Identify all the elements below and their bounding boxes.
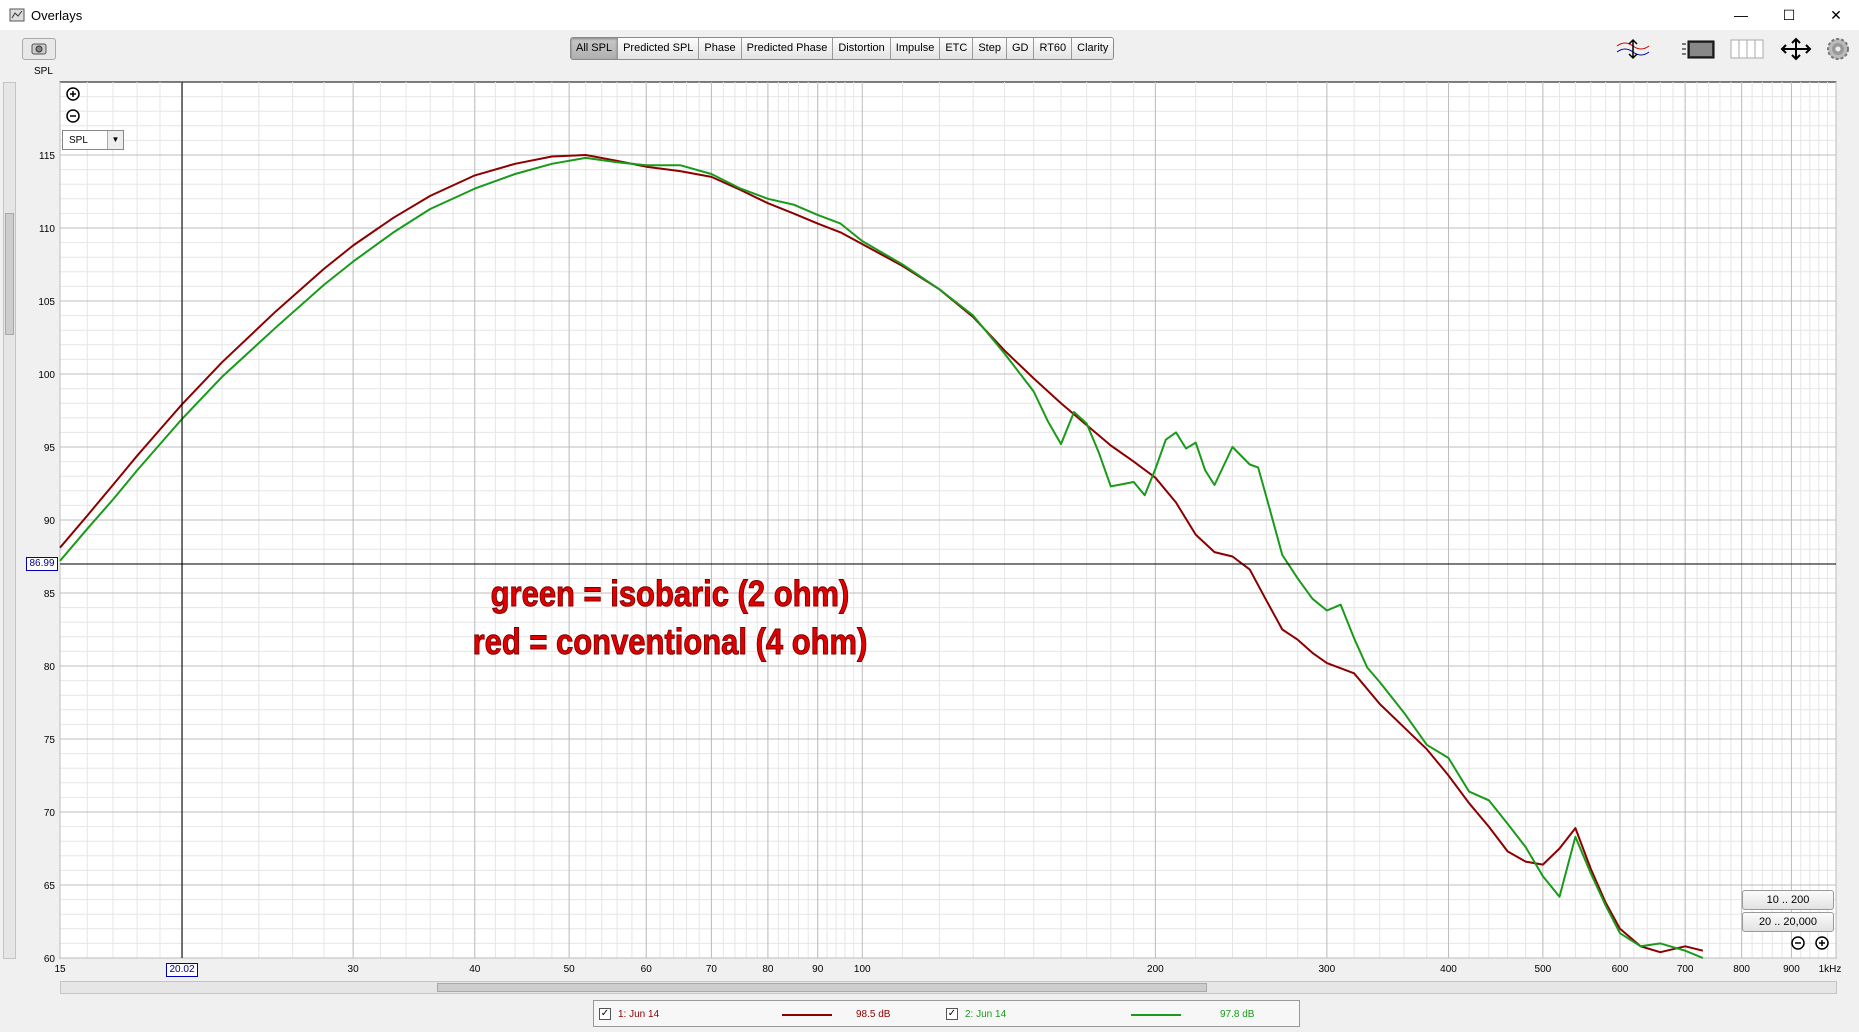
- zoom-in-icon[interactable]: [66, 87, 80, 101]
- x-tick-label: 300: [1319, 964, 1336, 975]
- x-tick-label: 1kHz: [1819, 964, 1842, 975]
- y-tick-label: 85: [44, 589, 56, 600]
- legend-value-2: 97.8 dB: [1220, 1009, 1255, 1020]
- x-tick-label: 60: [641, 964, 653, 975]
- y-tick-label: 110: [39, 224, 55, 235]
- horizontal-scroll-thumb[interactable]: [437, 983, 1207, 992]
- y-tick-label: 100: [38, 370, 55, 381]
- x-tick-labels: 15 30 40 50 60 70 80 90 100 200 300 400 500 600 700 800…: [54, 964, 1841, 975]
- y-tick-label: 80: [44, 662, 56, 673]
- annotation-text: green = isobaric (2 ohm) red = conventio…: [438, 570, 902, 666]
- x-tick-label: 700: [1677, 964, 1694, 975]
- x-tick-label: 15: [54, 964, 66, 975]
- legend-swatch-2: [1131, 1014, 1181, 1016]
- zoom-out-icon[interactable]: [66, 109, 80, 123]
- x-tick-label: 600: [1612, 964, 1629, 975]
- y-tick-label: 90: [44, 516, 56, 527]
- y-tick-label: 65: [44, 881, 56, 892]
- overlays-window: Overlays — ☐ ✕ SPL All SPL Predicted SPL P…: [0, 0, 1859, 1032]
- x-tick-label: 70: [706, 964, 718, 975]
- x-tick-label: 900: [1783, 964, 1800, 975]
- legend-value-1: 98.5 dB: [856, 1009, 891, 1020]
- dropdown-arrow-icon[interactable]: ▼: [107, 131, 123, 149]
- x-tick-label: 500: [1535, 964, 1552, 975]
- legend: ✓ 1: Jun 14 98.5 dB ✓ 2: Jun 14 97.8 dB: [593, 1000, 1300, 1027]
- x-tick-label: 50: [564, 964, 576, 975]
- x-tick-label: 400: [1440, 964, 1457, 975]
- annotation-line-green: green = isobaric (2 ohm): [490, 573, 850, 615]
- graph-type-value: SPL: [69, 135, 88, 146]
- y-tick-label: 60: [44, 954, 56, 965]
- legend-checkbox-2[interactable]: ✓: [946, 1008, 958, 1020]
- y-tick-label: 105: [38, 297, 55, 308]
- legend-label-1: 1: Jun 14: [618, 1009, 660, 1020]
- x-tick-label: 100: [854, 964, 871, 975]
- x-tick-label: 200: [1147, 964, 1164, 975]
- legend-swatch-1: [782, 1014, 832, 1016]
- annotation-line-red: red = conventional (4 ohm): [472, 621, 868, 663]
- range-10-200-button[interactable]: 10 .. 200: [1742, 890, 1834, 910]
- y-tick-label: 70: [44, 808, 56, 819]
- x-tick-label: 80: [762, 964, 774, 975]
- spl-overlay-chart: 15 30 40 50 60 70 80 90 100 200 300 400 500 600 700 800…: [38, 81, 1841, 975]
- graph-type-select[interactable]: SPL ▼: [62, 130, 124, 150]
- y-tick-label: 95: [44, 443, 56, 454]
- range-20-20000-button[interactable]: 20 .. 20,000: [1742, 912, 1834, 932]
- x-zoom-out-icon[interactable]: [1791, 936, 1805, 950]
- y-tick-label: 75: [44, 735, 56, 746]
- legend-label-2: 2: Jun 14: [965, 1009, 1007, 1020]
- x-tick-label: 800: [1733, 964, 1750, 975]
- x-cursor-readout: 20.02: [166, 963, 198, 977]
- x-tick-label: 40: [469, 964, 481, 975]
- x-tick-label: 90: [812, 964, 824, 975]
- y-cursor-readout: 86.99: [26, 557, 58, 571]
- x-zoom-in-icon[interactable]: [1815, 936, 1829, 950]
- horizontal-scrollbar[interactable]: [60, 981, 1837, 994]
- legend-checkbox-1[interactable]: ✓: [599, 1008, 611, 1020]
- x-tick-label: 30: [348, 964, 360, 975]
- y-tick-label: 115: [39, 151, 55, 162]
